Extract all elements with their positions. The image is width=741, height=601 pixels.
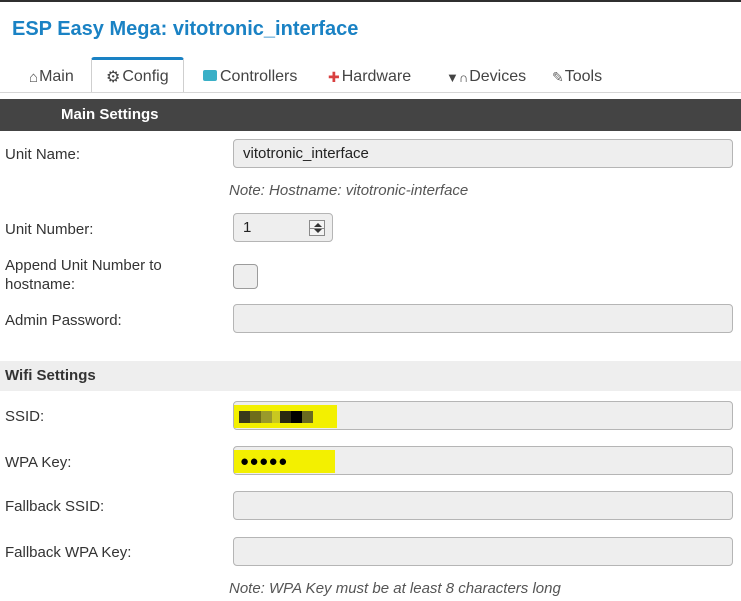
tab-controllers[interactable]: Controllers	[203, 62, 297, 92]
spin-buttons[interactable]	[309, 220, 325, 236]
unit-name-input[interactable]: vitotronic_interface	[233, 139, 733, 168]
spin-down-icon	[314, 229, 322, 233]
wifi-settings-header: Wifi Settings	[0, 361, 741, 391]
tab-main-label: Main	[39, 68, 74, 85]
unit-number-value: 1	[243, 219, 252, 236]
wpa-key-note: Note: WPA Key must be at least 8 charact…	[229, 580, 561, 597]
wifi-settings-title: Wifi Settings	[5, 367, 96, 384]
wrench-icon: ✎	[552, 68, 564, 85]
admin-password-label: Admin Password:	[5, 312, 122, 329]
wpa-key-label: WPA Key:	[5, 454, 72, 471]
tab-tools-label: Tools	[564, 68, 603, 85]
unit-name-label: Unit Name:	[5, 146, 81, 163]
wpa-key-highlight: ●●●●●	[234, 450, 335, 473]
main-settings-header: Main Settings	[0, 99, 741, 131]
fallback-ssid-label: Fallback SSID:	[5, 498, 105, 515]
wpa-key-input[interactable]: ●●●●●	[233, 446, 733, 475]
home-icon: ⌂	[29, 68, 39, 86]
tab-config-label: Config	[122, 67, 169, 85]
hostname-note: Note: Hostname: vitotronic-interface	[229, 182, 469, 199]
fallback-wpa-key-label: Fallback WPA Key:	[5, 544, 132, 561]
unit-name-value: vitotronic_interface	[243, 145, 369, 162]
tab-devices-label: Devices	[469, 68, 527, 85]
top-border	[0, 0, 741, 2]
admin-password-input[interactable]	[233, 304, 733, 333]
unit-number-stepper[interactable]: 1	[233, 213, 333, 242]
unit-number-label: Unit Number:	[5, 221, 94, 238]
ssid-input[interactable]	[233, 401, 733, 430]
app-title: ESP Easy Mega: vitotronic_interface	[12, 18, 359, 40]
chat-bubble-icon	[203, 69, 217, 81]
tab-controllers-label: Controllers	[220, 68, 298, 85]
redaction-block	[239, 411, 250, 423]
fallback-wpa-key-input[interactable]	[233, 537, 733, 566]
tab-tools[interactable]: ✎ Tools	[552, 62, 602, 92]
append-unit-number-checkbox[interactable]	[233, 264, 258, 289]
tab-hardware-label: Hardware	[341, 68, 412, 85]
redaction-block	[291, 411, 302, 423]
redaction-block	[261, 411, 272, 423]
redaction-block	[280, 411, 291, 423]
tab-devices[interactable]: ▼∩ Devices	[446, 62, 526, 92]
ssid-redaction	[234, 405, 337, 428]
spin-up-icon	[314, 223, 322, 227]
tab-main[interactable]: ⌂ Main	[29, 62, 74, 92]
plug-icon: ▼∩	[446, 69, 469, 85]
redaction-block	[302, 411, 313, 423]
pin-icon: ✚	[328, 68, 340, 85]
page-header: ESP Easy Mega: vitotronic_interface ⌂ Ma…	[0, 0, 741, 93]
redaction-block	[250, 411, 261, 423]
wpa-key-masked: ●●●●●	[240, 453, 288, 470]
tabs-divider	[0, 92, 741, 93]
tab-hardware[interactable]: ✚ Hardware	[328, 62, 411, 92]
main-settings-title: Main Settings	[61, 106, 159, 123]
ssid-label: SSID:	[5, 408, 45, 425]
fallback-ssid-input[interactable]	[233, 491, 733, 520]
append-unit-number-label: Append Unit Number to hostname:	[5, 257, 162, 293]
tab-config[interactable]: ⚙ Config	[91, 57, 184, 93]
gear-icon: ⚙	[106, 68, 121, 86]
